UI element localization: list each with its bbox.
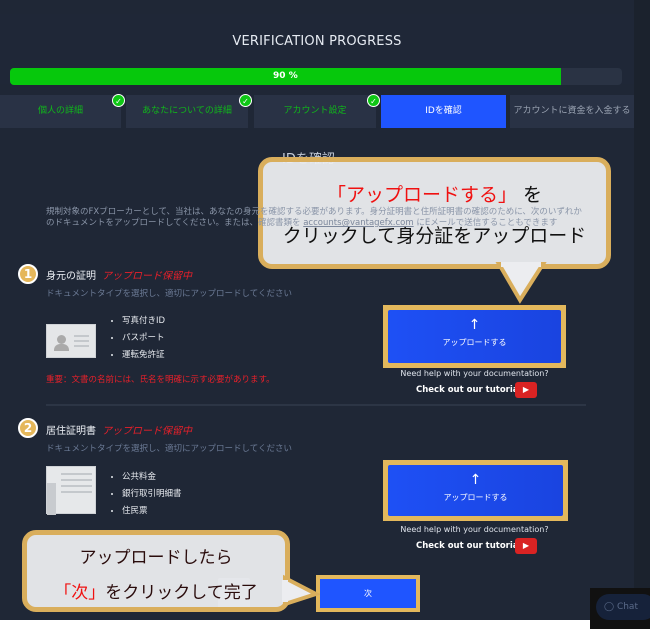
callout-text: を — [523, 184, 543, 206]
chat-label: Chat — [616, 602, 638, 612]
tab-verify-id[interactable]: IDを確認 — [381, 95, 506, 128]
list-item: 銀行取引明細書 — [122, 487, 182, 504]
support-email-link[interactable]: accounts@vantagefx.com — [303, 218, 413, 228]
instruction-callout-next: アップロードしたら 「次」をクリックして完了 — [22, 530, 290, 612]
tab-fund-account[interactable]: アカウントに資金を入金する — [510, 95, 634, 128]
tab-label: 個人の詳細 — [37, 106, 83, 116]
intro-text: 規制対象のFXブローカーとして、当社は、あなたの身元を確認する必要があります。身… — [46, 207, 586, 229]
chat-widget[interactable]: ◯ Chat — [590, 588, 650, 629]
check-icon: ✓ — [367, 94, 380, 107]
callout-line-1: アップロードしたら — [79, 548, 233, 568]
list-item: 運転免許証 — [122, 348, 165, 365]
check-icon: ✓ — [112, 94, 125, 107]
document-icon — [46, 466, 96, 515]
progress-fill: 90 % — [10, 68, 561, 85]
section-subtitle: ドキュメントタイプを選択し、適切にアップロードしてください — [46, 289, 292, 299]
upload-label: アップロードする — [442, 338, 507, 347]
list-item: パスポート — [122, 331, 165, 348]
warning-text: 重要：文書の名前には、氏名を明確に示す必要があります。 — [46, 375, 275, 385]
document-type-list: 公共料金 銀行取引明細書 住民票 — [122, 470, 182, 521]
tab-about-you[interactable]: あなたについての詳細 ✓ — [126, 94, 252, 128]
intro-text-2: にEメールで送信することもできます — [413, 218, 558, 228]
tab-account-settings[interactable]: アカウント設定 ✓ — [254, 94, 380, 128]
status-badge: アップロード保留中 — [102, 426, 192, 437]
callout-line-2: 「次」をクリックして完了 — [27, 578, 285, 603]
upload-icon: ↑ — [468, 317, 481, 333]
tutorial-link[interactable]: Check out our tutorial — [416, 541, 521, 551]
youtube-play-icon[interactable]: ▶ — [515, 382, 537, 398]
callout-tail — [282, 574, 320, 607]
upload-highlight: ↑ アップロードする — [383, 460, 568, 521]
tutorial-link[interactable]: Check out our tutorial — [416, 385, 521, 395]
upload-button-id[interactable]: ↑ アップロードする — [388, 310, 561, 363]
step-number-1: 1 — [18, 264, 38, 284]
upload-icon: ↑ — [469, 472, 482, 488]
callout-line-1: 「アップロードする」 を — [263, 180, 606, 207]
step-number-2: 2 — [18, 418, 38, 438]
list-item: 住民票 — [122, 504, 182, 521]
check-icon: ✓ — [239, 94, 252, 107]
tab-label: IDを確認 — [425, 106, 462, 116]
upload-label: アップロードする — [443, 493, 508, 502]
step-tabs: 個人の詳細 ✓ あなたについての詳細 ✓ アカウント設定 ✓ IDを確認 アカウントに… — [0, 94, 634, 128]
id-card-icon — [46, 324, 96, 358]
youtube-play-icon[interactable]: ▶ — [515, 538, 537, 554]
main-panel: VERIFICATION PROGRESS 90 % 個人の詳細 ✓ あなたについ… — [0, 0, 634, 620]
document-type-list: 写真付きID パスポート 運転免許証 — [122, 314, 165, 365]
upload-highlight: ↑ アップロードする — [383, 305, 566, 368]
section-title-text: 居住証明書 — [46, 426, 96, 437]
progress-title: VERIFICATION PROGRESS — [232, 34, 402, 49]
progress-bar: 90 % — [10, 68, 622, 85]
section-title: 居住証明書 アップロード保留中 — [46, 422, 192, 437]
chat-button[interactable]: ◯ Chat — [596, 594, 650, 620]
tab-label: アカウントに資金を入金する — [513, 106, 631, 116]
list-item: 公共料金 — [122, 470, 182, 487]
callout-text: をクリックして完了 — [105, 583, 258, 603]
next-highlight: 次 — [316, 575, 420, 612]
help-text: Need help with your documentation? — [400, 525, 549, 534]
progress-header: VERIFICATION PROGRESS 90 % — [0, 14, 634, 85]
upload-button-address[interactable]: ↑ アップロードする — [388, 465, 563, 516]
tab-personal-details[interactable]: 個人の詳細 ✓ — [0, 94, 125, 128]
callout-tail — [495, 262, 547, 304]
section-subtitle: ドキュメントタイプを選択し、適切にアップロードしてください — [46, 444, 292, 454]
callout-highlight: 「アップロードする」 — [326, 184, 517, 206]
next-button[interactable]: 次 — [320, 579, 416, 608]
list-item: 写真付きID — [122, 314, 165, 331]
status-badge: アップロード保留中 — [102, 271, 192, 282]
section-divider — [46, 404, 586, 406]
section-title-text: 身元の証明 — [46, 271, 96, 282]
section-title: 身元の証明 アップロード保留中 — [46, 267, 192, 282]
help-text: Need help with your documentation? — [400, 369, 549, 378]
callout-highlight: 「次」 — [54, 583, 106, 603]
tab-label: あなたについての詳細 — [142, 106, 232, 116]
tab-label: アカウント設定 — [283, 106, 347, 116]
